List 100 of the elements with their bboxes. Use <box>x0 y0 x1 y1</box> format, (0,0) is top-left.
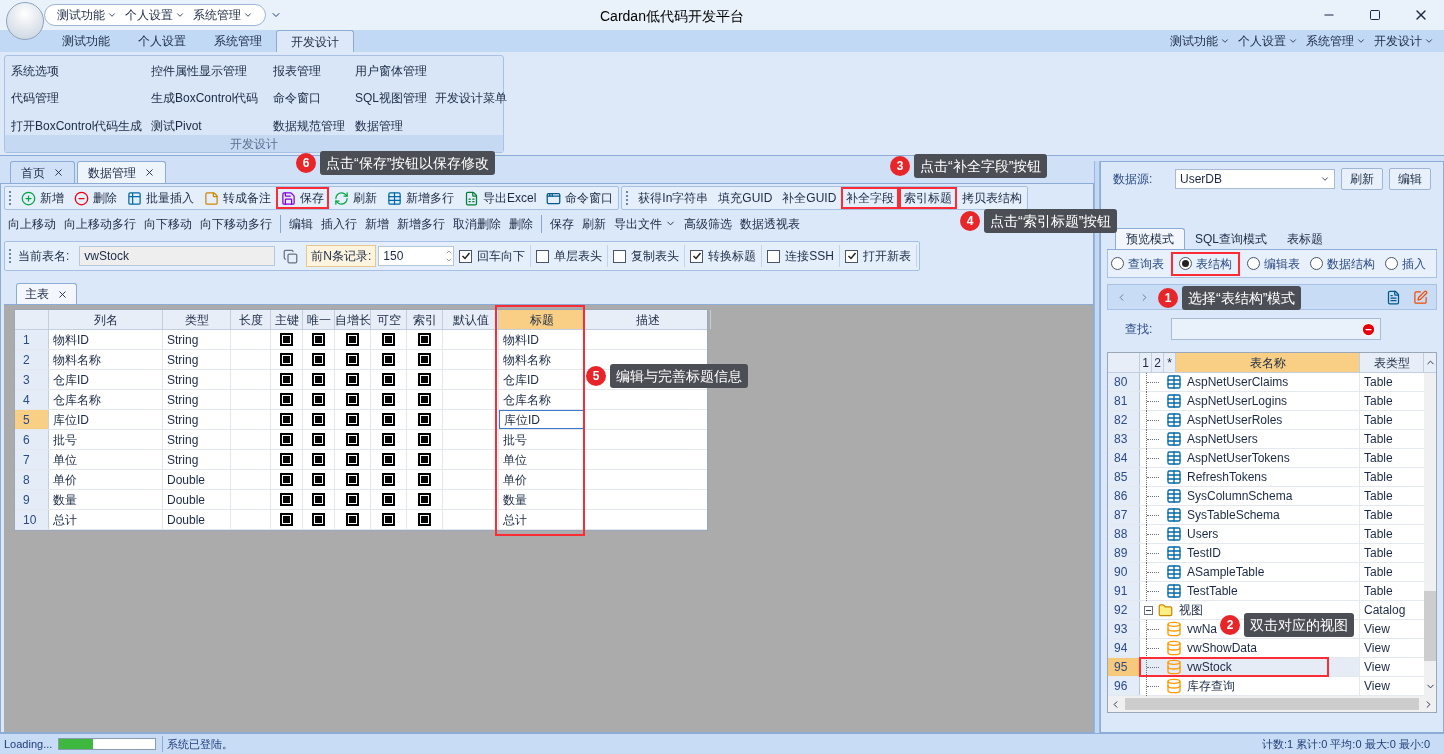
radio-button[interactable] <box>1111 257 1124 270</box>
title-cell[interactable]: 总计 <box>499 510 585 529</box>
title-cell[interactable]: 库位ID <box>499 410 585 429</box>
checkbox[interactable] <box>312 473 325 486</box>
sheet-tab[interactable]: 主表 <box>16 283 77 304</box>
ribbon-command[interactable]: 用户窗体管理 <box>355 62 435 78</box>
column-header[interactable]: 索引 <box>407 310 443 329</box>
checkbox[interactable] <box>346 333 359 346</box>
toolbar-button[interactable]: 插入行 <box>317 212 361 235</box>
column-header[interactable]: 唯一 <box>303 310 335 329</box>
column-header[interactable]: 主键 <box>271 310 303 329</box>
ribbon-command[interactable]: 代码管理 <box>11 89 151 106</box>
title-cell[interactable]: 单价 <box>499 470 585 489</box>
checkbox[interactable] <box>382 433 395 446</box>
checkbox[interactable] <box>312 353 325 366</box>
radio-button[interactable] <box>1247 257 1260 270</box>
checkbox[interactable] <box>418 493 431 506</box>
horizontal-scrollbar[interactable] <box>1108 696 1436 712</box>
checkbox[interactable] <box>280 433 293 446</box>
edit-icon[interactable] <box>1413 289 1428 305</box>
toolbar-button[interactable]: 补全字段 <box>841 187 900 209</box>
ribbon-command[interactable]: 控件属性显示管理 <box>151 62 273 78</box>
ribbon-tab[interactable]: 个人设置 <box>124 30 200 52</box>
checkbox[interactable] <box>613 249 627 263</box>
checkbox[interactable] <box>280 453 293 466</box>
checkbox[interactable] <box>346 453 359 466</box>
checkbox[interactable] <box>312 433 325 446</box>
ribbon-tab[interactable]: 测试功能 <box>48 30 124 52</box>
checkbox[interactable] <box>459 249 473 263</box>
clear-icon[interactable] <box>1361 321 1376 337</box>
document-tab[interactable]: 数据管理 <box>77 161 166 183</box>
checkbox[interactable] <box>346 393 359 406</box>
checkbox[interactable] <box>382 353 395 366</box>
document-icon[interactable] <box>1386 289 1401 305</box>
header-menu[interactable]: 开发设计 <box>1374 32 1434 50</box>
ribbon-command[interactable]: 开发设计菜单 <box>435 89 507 106</box>
panel-button[interactable]: 编辑 <box>1389 168 1431 190</box>
checkbox[interactable] <box>382 513 395 526</box>
checkbox[interactable] <box>280 373 293 386</box>
toolbar-button[interactable]: 转成备注 <box>199 187 276 209</box>
toolbar-button[interactable]: 命令窗口 <box>541 187 619 209</box>
checkbox[interactable] <box>346 373 359 386</box>
collapse-icon[interactable] <box>1144 605 1153 615</box>
checkbox[interactable] <box>382 413 395 426</box>
ribbon-command[interactable]: 报表管理 <box>273 62 355 78</box>
header-menu[interactable]: 系统管理 <box>1306 32 1366 50</box>
column-header[interactable]: 描述 <box>585 310 711 329</box>
column-header[interactable]: 2 <box>1152 353 1164 372</box>
toolbar-button[interactable]: 编辑 <box>285 212 317 235</box>
title-cell[interactable]: 数量 <box>499 490 585 509</box>
column-header[interactable]: 表类型 <box>1360 353 1424 372</box>
quick-access-menu[interactable]: 测试功能 <box>57 6 117 24</box>
column-header[interactable]: 长度 <box>231 310 271 329</box>
checkbox[interactable] <box>346 433 359 446</box>
checkbox[interactable] <box>382 453 395 466</box>
title-cell[interactable]: 单位 <box>499 450 585 469</box>
checkbox[interactable] <box>280 473 293 486</box>
ribbon-tab[interactable]: 系统管理 <box>200 30 276 52</box>
checkbox[interactable] <box>418 413 431 426</box>
checkbox[interactable] <box>346 413 359 426</box>
checkbox[interactable] <box>418 393 431 406</box>
checkbox[interactable] <box>418 353 431 366</box>
toolbar-button[interactable]: 向上移动 <box>4 212 60 235</box>
quick-access-menu[interactable]: 个人设置 <box>125 6 185 24</box>
toolbar-button[interactable]: 新增 <box>361 212 393 235</box>
document-tab[interactable]: 首页 <box>10 161 75 183</box>
toolbar-button[interactable]: 索引标题 <box>899 187 958 209</box>
toolbar-button[interactable]: 新增多行 <box>393 212 449 235</box>
header-menu[interactable]: 个人设置 <box>1238 32 1298 50</box>
ribbon-command[interactable]: 打开BoxControl代码生成 <box>11 116 151 133</box>
header-menu[interactable]: 测试功能 <box>1170 32 1230 50</box>
toolbar-button[interactable]: 刷新 <box>578 212 610 235</box>
toolbar-button[interactable]: 批量插入 <box>122 187 199 209</box>
checkbox[interactable] <box>346 513 359 526</box>
toolbar-button[interactable]: 刷新 <box>329 187 382 209</box>
checkbox[interactable] <box>280 393 293 406</box>
checkbox[interactable] <box>312 333 325 346</box>
checkbox[interactable] <box>346 473 359 486</box>
column-header[interactable]: 自增长 <box>335 310 371 329</box>
checkbox[interactable] <box>418 453 431 466</box>
copy-icon[interactable] <box>283 248 299 264</box>
ribbon-command[interactable]: 测试Pivot <box>151 116 273 133</box>
toolbar-button[interactable]: 填充GUID <box>713 187 778 209</box>
close-icon[interactable] <box>57 288 68 300</box>
ribbon-command[interactable]: 系统选项 <box>11 62 151 78</box>
tree-item[interactable]: vwStock <box>1140 658 1360 676</box>
column-header[interactable]: 列名 <box>49 310 163 329</box>
checkbox[interactable] <box>382 373 395 386</box>
checkbox[interactable] <box>346 493 359 506</box>
toolbar-button[interactable]: 新增 <box>16 187 69 209</box>
checkbox[interactable] <box>280 413 293 426</box>
toolbar-button[interactable]: 向下移动多行 <box>196 212 276 235</box>
checkbox[interactable] <box>280 333 293 346</box>
checkbox[interactable] <box>382 493 395 506</box>
toolbar-button[interactable]: 补全GUID <box>777 187 842 209</box>
checkbox[interactable] <box>418 373 431 386</box>
checkbox[interactable] <box>845 249 859 263</box>
toolbar-button[interactable]: 取消删除 <box>449 212 505 235</box>
checkbox[interactable] <box>382 473 395 486</box>
title-cell[interactable]: 批号 <box>499 430 585 449</box>
